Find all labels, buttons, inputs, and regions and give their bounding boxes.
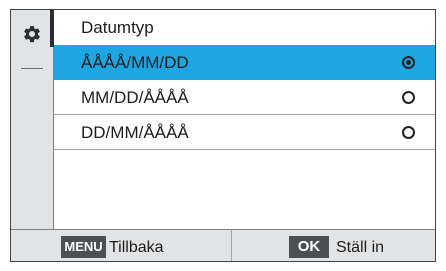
rail-separator [21, 68, 43, 69]
menu-title-text: Datumtyp [81, 18, 154, 37]
back-label[interactable]: Tillbaka [109, 239, 164, 257]
option-label: MM/DD/ÅÅÅÅ [81, 88, 189, 107]
menu-key-badge[interactable]: MENU [61, 236, 106, 258]
footer-divider [231, 230, 232, 261]
footer-bar: MENU Tillbaka OK Ställ in [11, 229, 435, 261]
ok-key-badge[interactable]: OK [289, 236, 329, 258]
radio-selected-icon [402, 56, 415, 69]
radio-dot-icon [406, 60, 411, 65]
set-label[interactable]: Ställ in [336, 239, 384, 257]
camera-menu-screen: Datumtyp ÅÅÅÅ/MM/DD MM/DD/ÅÅÅÅ DD/MM/ÅÅÅ… [10, 9, 436, 262]
settings-rail [11, 10, 55, 229]
option-list: Datumtyp ÅÅÅÅ/MM/DD MM/DD/ÅÅÅÅ DD/MM/ÅÅÅ… [54, 10, 435, 229]
option-label: DD/MM/ÅÅÅÅ [81, 123, 189, 142]
option-mm-dd-yyyy[interactable]: MM/DD/ÅÅÅÅ [54, 80, 435, 115]
radio-unselected-icon [402, 91, 415, 104]
option-dd-mm-yyyy[interactable]: DD/MM/ÅÅÅÅ [54, 115, 435, 150]
menu-title: Datumtyp [54, 10, 435, 45]
radio-unselected-icon [402, 126, 415, 139]
option-label: ÅÅÅÅ/MM/DD [81, 53, 189, 72]
option-yyyy-mm-dd[interactable]: ÅÅÅÅ/MM/DD [54, 45, 435, 80]
gear-icon[interactable] [22, 24, 42, 44]
